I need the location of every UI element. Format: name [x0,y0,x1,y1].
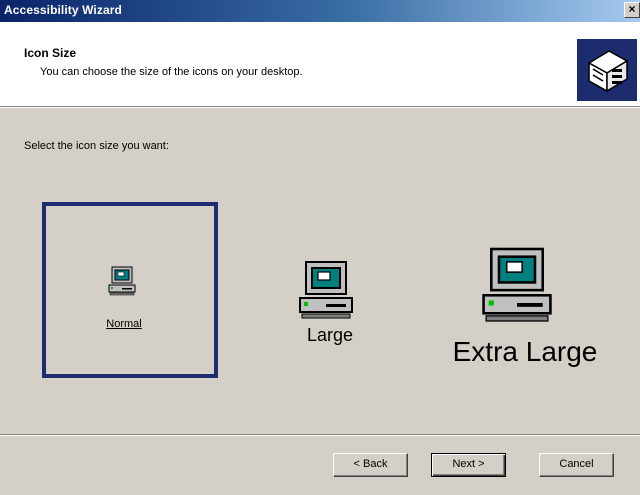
wizard-icon [577,39,637,101]
next-button[interactable]: Next > [431,453,506,477]
header-divider [0,106,640,108]
close-icon: × [628,2,636,16]
cancel-button[interactable]: Cancel [539,453,614,477]
option-label-extra-large[interactable]: Extra Large [440,336,610,368]
page-title: Icon Size [24,46,77,60]
wizard-header: Icon Size You can choose the size of the… [0,22,640,106]
instruction-text: Select the icon size you want: [24,140,169,152]
computer-icon[interactable] [481,246,553,324]
option-label-normal[interactable]: Normal [100,318,148,330]
title-bar[interactable]: Accessibility Wizard × [0,0,640,22]
window-title: Accessibility Wizard [4,3,122,17]
page-subtitle: You can choose the size of the icons on … [40,66,303,78]
computer-icon [108,266,136,296]
close-button[interactable]: × [624,2,640,18]
back-button[interactable]: < Back [333,453,408,477]
footer-divider [0,434,640,436]
computer-icon[interactable] [298,260,354,320]
option-label-large[interactable]: Large [290,325,370,346]
